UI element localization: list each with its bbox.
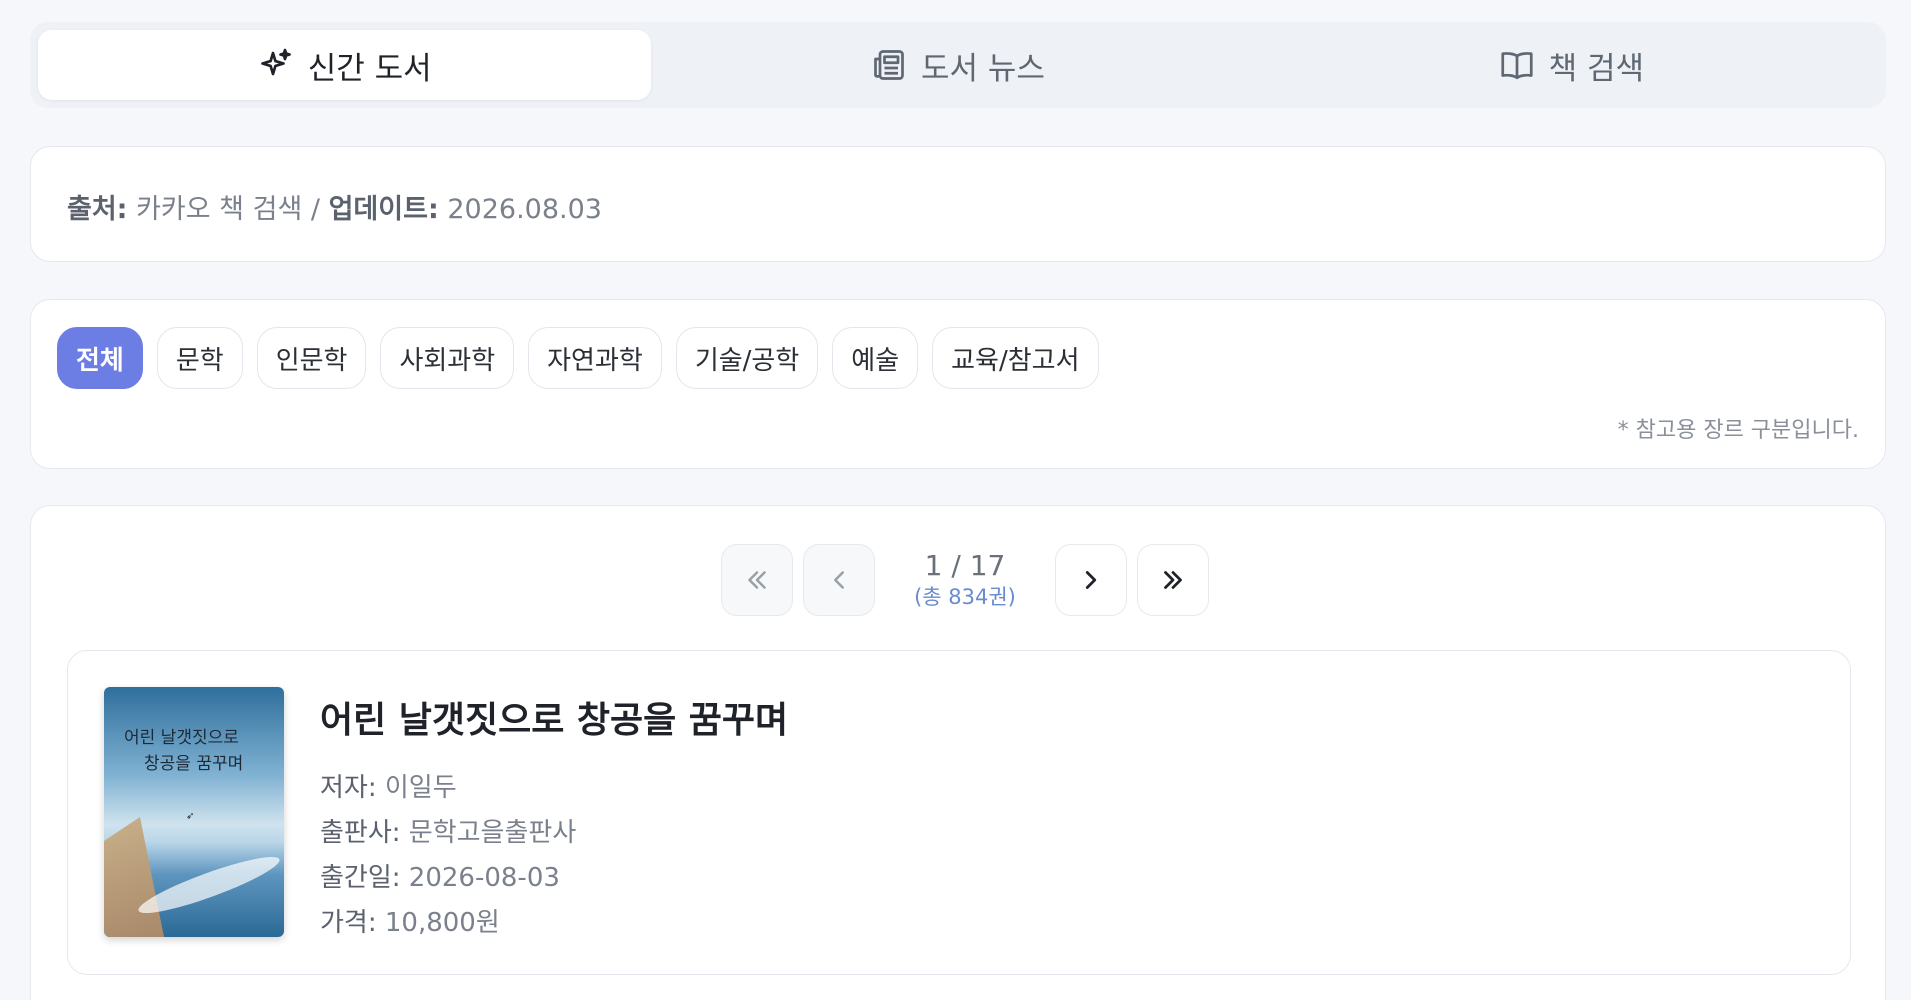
genre-chip-humanities[interactable]: 인문학 <box>256 327 367 389</box>
price-key: 가격: <box>320 908 377 938</box>
date-key: 출간일: <box>320 863 401 893</box>
tab-new-books[interactable]: 신간 도서 <box>38 30 652 100</box>
source-card: 출처: 카카오 책 검색 / 업데이트: 2026.08.03 <box>30 146 1886 262</box>
cover-title-line2: 창공을 꿈꾸며 <box>144 754 244 774</box>
page-info: 1 / 17 (총 834권) <box>885 549 1045 611</box>
tab-book-news[interactable]: 도서 뉴스 <box>651 30 1264 100</box>
main-tabs: 신간 도서 도서 뉴스 책 검색 <box>30 22 1886 108</box>
author-value: 이일두 <box>384 773 457 803</box>
newspaper-icon <box>874 50 904 80</box>
pagination: 1 / 17 (총 834권) <box>721 544 1209 616</box>
tab-label: 책 검색 <box>1548 50 1645 87</box>
genre-chip-social-science[interactable]: 사회과학 <box>380 327 515 389</box>
publisher-value: 문학고을출판사 <box>408 818 577 848</box>
first-page-button[interactable] <box>721 544 793 616</box>
next-page-button[interactable] <box>1055 544 1127 616</box>
page-indicator: 1 / 17 <box>924 549 1006 582</box>
sparkle-icon <box>260 48 291 76</box>
cover-bird-icon: ➶ <box>186 811 195 822</box>
genre-filter-card: 전체 문학 인문학 사회과학 자연과학 기술/공학 예술 교육/참고서 * 참고… <box>30 299 1886 469</box>
double-chevron-left-icon <box>748 571 766 589</box>
genre-chip-natural-science[interactable]: 자연과학 <box>528 327 662 389</box>
tab-book-search[interactable]: 책 검색 <box>1265 30 1878 100</box>
book-title[interactable]: 어린 날갯짓으로 창공을 꿈꾸며 <box>320 691 788 743</box>
open-book-icon <box>1501 52 1533 80</box>
update-value: 2026.08.03 <box>447 194 602 225</box>
book-publish-date: 출간일: 2026-08-03 <box>320 857 560 894</box>
source-key: 출처: <box>67 194 128 225</box>
price-value: 10,800원 <box>384 908 500 938</box>
book-author: 저자: 이일두 <box>320 767 457 804</box>
cover-wave <box>134 848 284 922</box>
source-separator: / <box>310 194 320 225</box>
chevron-right-icon <box>1085 571 1097 589</box>
genre-note: * 참고용 장르 구분입니다. <box>1617 418 1859 443</box>
page: 신간 도서 도서 뉴스 책 검색 출처: 카카오 책 검색 / 업데이트: 20… <box>0 0 1911 1000</box>
genre-chips: 전체 문학 인문학 사회과학 자연과학 기술/공학 예술 교육/참고서 <box>57 327 1099 389</box>
prev-page-button[interactable] <box>803 544 875 616</box>
total-count: (총 834권) <box>914 585 1016 609</box>
genre-chip-technology[interactable]: 기술/공학 <box>675 327 819 389</box>
source-line: 출처: 카카오 책 검색 / 업데이트: 2026.08.03 <box>67 187 602 226</box>
genre-chip-literature[interactable]: 문학 <box>156 327 243 389</box>
genre-chip-art[interactable]: 예술 <box>832 327 919 389</box>
double-chevron-right-icon <box>1164 571 1182 589</box>
tab-label: 도서 뉴스 <box>921 50 1045 87</box>
book-list-card: 1 / 17 (총 834권) 어린 날갯짓으로 창공을 꿈꾸며 ➶ 어린 날갯… <box>30 505 1886 1000</box>
author-key: 저자: <box>320 773 377 803</box>
publisher-key: 출판사: <box>320 818 401 848</box>
date-value: 2026-08-03 <box>408 863 560 893</box>
last-page-button[interactable] <box>1137 544 1209 616</box>
tab-label: 신간 도서 <box>307 50 432 87</box>
book-publisher: 출판사: 문학고을출판사 <box>320 812 576 849</box>
cover-title-line1: 어린 날갯짓으로 <box>124 728 239 748</box>
cover-beach <box>104 817 164 937</box>
genre-chip-education[interactable]: 교육/참고서 <box>932 327 1099 389</box>
update-key: 업데이트: <box>328 194 439 225</box>
chevron-left-icon <box>834 571 844 589</box>
genre-chip-all[interactable]: 전체 <box>57 327 143 389</box>
book-price: 가격: 10,800원 <box>320 902 500 939</box>
source-value: 카카오 책 검색 <box>136 194 303 225</box>
book-item[interactable]: 어린 날갯짓으로 창공을 꿈꾸며 ➶ 어린 날갯짓으로 창공을 꿈꾸며 저자: … <box>67 650 1851 975</box>
book-cover-image: 어린 날갯짓으로 창공을 꿈꾸며 ➶ <box>104 687 284 937</box>
